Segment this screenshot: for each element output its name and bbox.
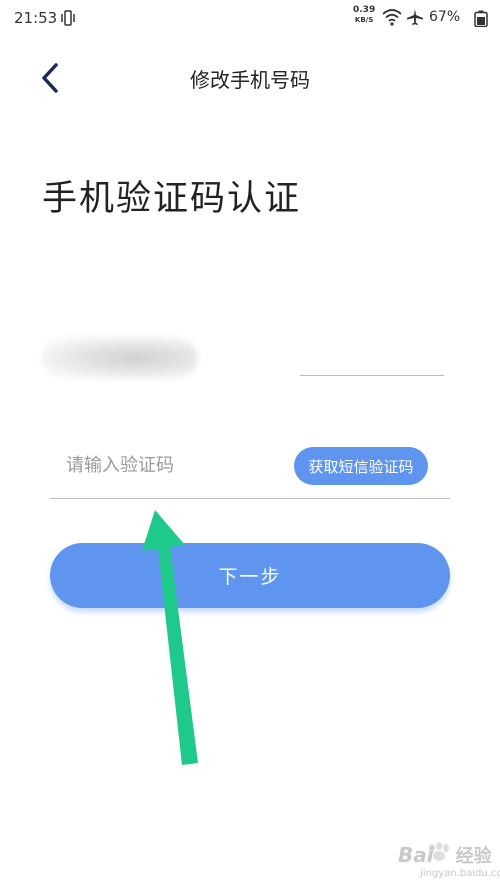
verification-code-input[interactable]: [66, 448, 286, 482]
watermark-brand-prefix: Bai: [398, 843, 434, 867]
phone-underline: [300, 375, 444, 376]
next-step-label: 下一步: [218, 566, 282, 588]
next-step-button[interactable]: 下一步: [50, 543, 450, 608]
watermark-brand-suffix: 经验: [455, 846, 492, 867]
code-underline: [50, 498, 450, 499]
status-bar: 21:53 0.39 KB/S 67%: [0, 0, 500, 36]
network-speed-unit: KB/S: [354, 16, 374, 24]
vibrate-icon: [61, 10, 75, 26]
auth-heading: 手机验证码认证: [42, 179, 302, 219]
arrow-up-icon: [142, 510, 198, 765]
battery-percent: 67%: [429, 9, 461, 25]
network-speed: 0.39 KB/S: [353, 6, 375, 25]
get-sms-code-label: 获取短信验证码: [308, 457, 414, 476]
get-sms-code-button[interactable]: 获取短信验证码: [294, 447, 428, 485]
phone-number-field: [42, 337, 197, 379]
watermark-brand: Bai 经验: [398, 842, 492, 868]
airplane-icon: [407, 9, 423, 25]
wifi-icon: [382, 9, 402, 26]
battery-icon: [474, 10, 488, 27]
network-speed-value: 0.39: [353, 5, 376, 15]
watermark-url: jingyan.baidu.com: [420, 868, 500, 879]
page-title: 修改手机号码: [190, 68, 310, 92]
status-time: 21:53: [14, 9, 58, 27]
